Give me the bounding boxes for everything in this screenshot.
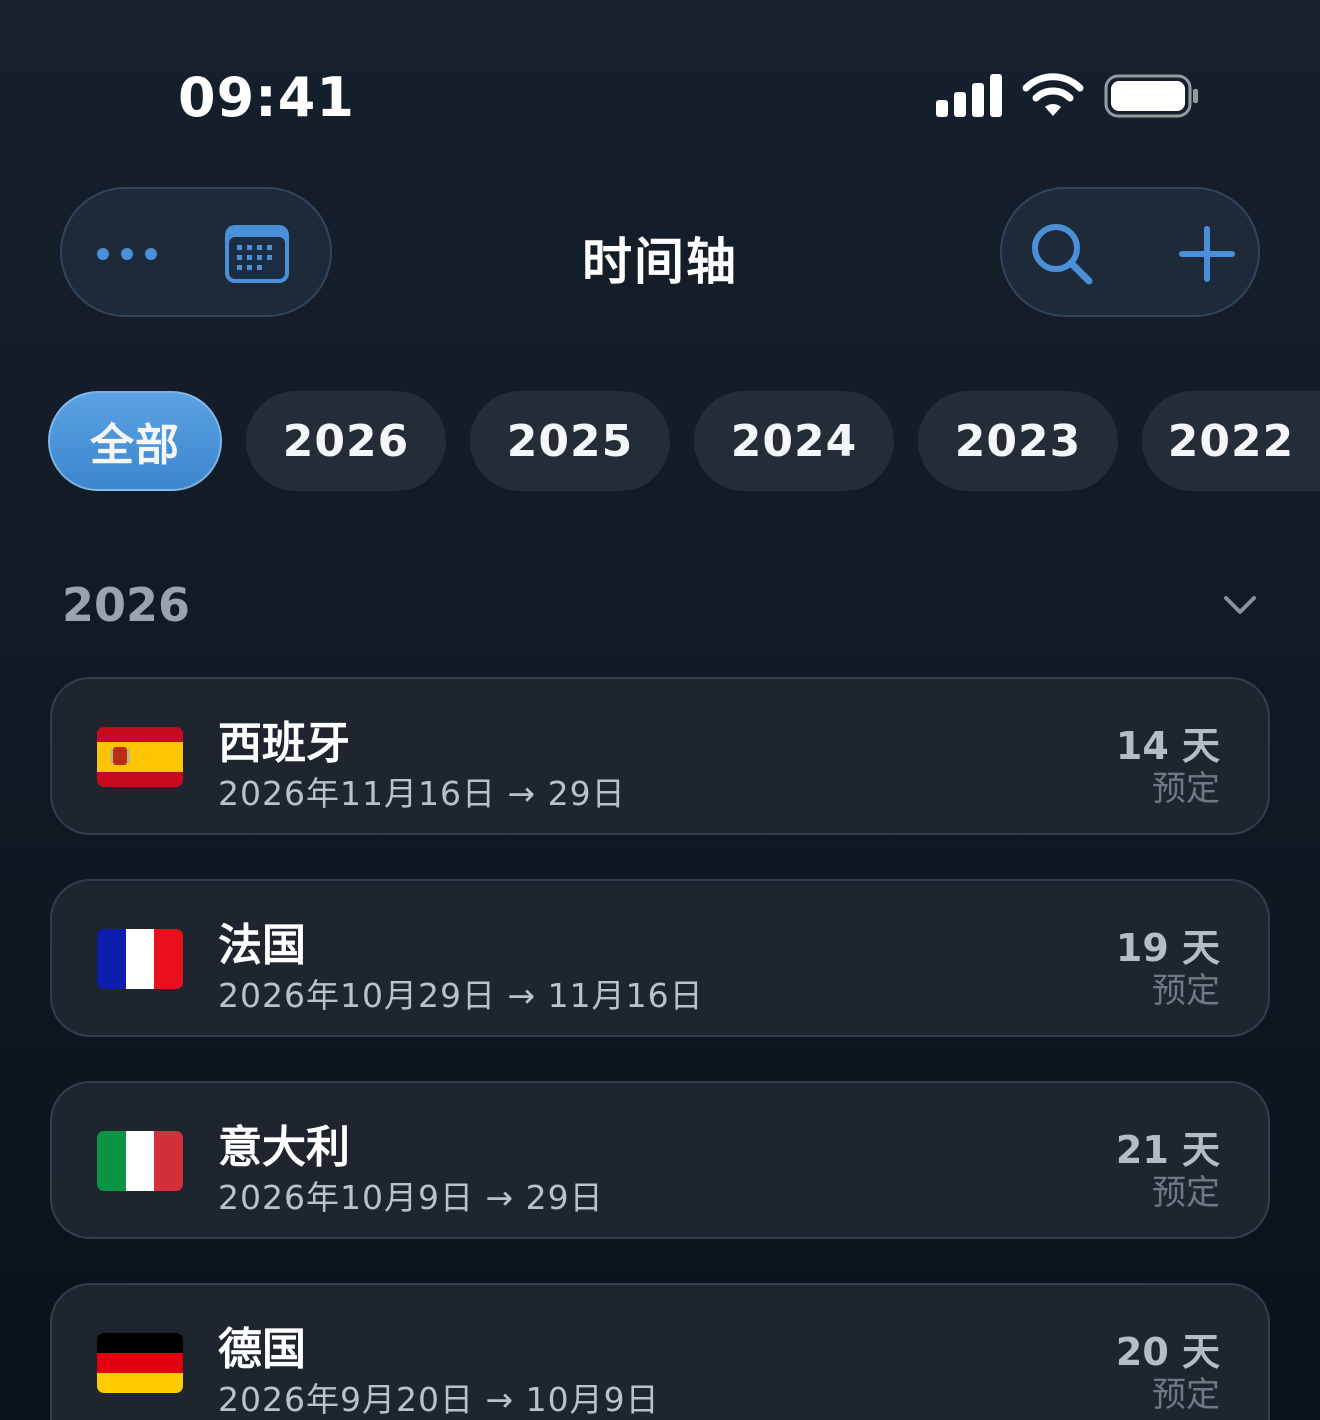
trip-card[interactable]: 法国 2026年10月29日 → 11月16日 19 天 预定 [50,879,1270,1037]
trip-country: 意大利 [218,1122,350,1173]
trip-dates: 2026年11月16日 → 29日 [218,774,626,813]
cellular-signal-icon [936,74,1002,117]
trip-dates: 2026年10月9日 → 29日 [218,1178,604,1217]
trip-dates: 2026年10月29日 → 11月16日 [218,976,704,1015]
trip-country: 西班牙 [218,718,350,769]
filter-2025-chip[interactable]: 2025 [470,391,670,491]
filter-2023-chip[interactable]: 2023 [918,391,1118,491]
spain-flag-icon [97,727,183,787]
germany-flag-icon [97,1333,183,1393]
status-time: 09:41 [178,66,355,129]
trip-status: 预定 [1152,1375,1220,1415]
add-button[interactable] [1162,211,1252,297]
trip-card[interactable]: 德国 2026年9月20日 → 10月9日 20 天 预定 [50,1283,1270,1420]
search-button[interactable] [1017,211,1107,297]
trip-dates: 2026年9月20日 → 10月9日 [218,1380,660,1419]
timeline-screen: 09:41 时间轴 全部 2026 2025 2024 2023 2022 20… [0,0,1320,1420]
france-flag-icon [97,929,183,989]
trip-status: 预定 [1152,971,1220,1011]
wifi-icon [1022,73,1084,116]
filter-2026-chip[interactable]: 2026 [246,391,446,491]
trip-country: 德国 [218,1324,306,1375]
italy-flag-icon [97,1131,183,1191]
section-year-title: 2026 [62,578,191,632]
trip-status: 预定 [1152,769,1220,809]
trip-card[interactable]: 意大利 2026年10月9日 → 29日 21 天 预定 [50,1081,1270,1239]
trip-card[interactable]: 西班牙 2026年11月16日 → 29日 14 天 预定 [50,677,1270,835]
filter-2022-chip[interactable]: 2022 [1142,391,1320,491]
trip-status: 预定 [1152,1173,1220,1213]
filter-2024-chip[interactable]: 2024 [694,391,894,491]
search-icon [1032,224,1093,285]
chevron-down-icon[interactable] [1220,590,1260,620]
plus-icon [1179,226,1235,282]
header-right-actions [1000,187,1260,317]
battery-icon [1104,74,1198,118]
filter-all-chip[interactable]: 全部 [48,391,222,491]
trip-country: 法国 [218,920,306,971]
